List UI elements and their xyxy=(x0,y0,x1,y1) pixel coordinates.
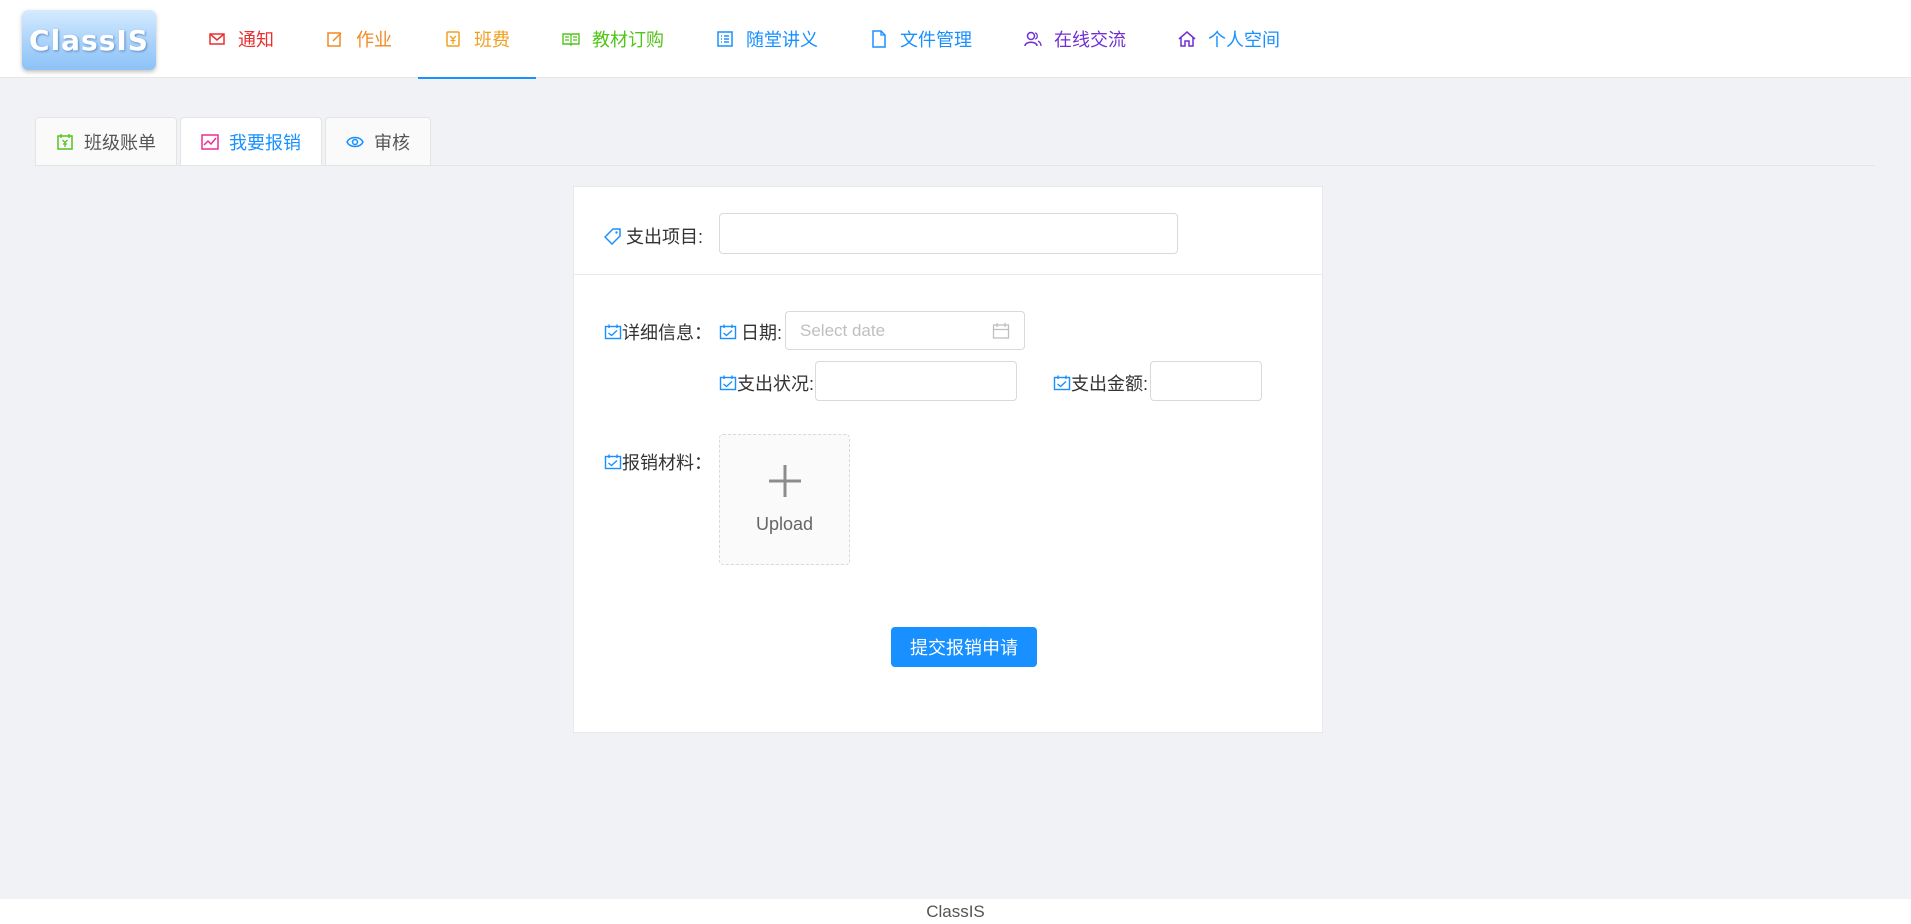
tab-label: 审核 xyxy=(374,133,410,153)
calendar-icon xyxy=(992,323,1010,339)
calendar-check-icon xyxy=(1053,375,1071,391)
date-text: 日期: xyxy=(741,323,783,343)
calendar-check-icon xyxy=(719,375,737,391)
sub-tabs: 班级账单 我要报销 审核 xyxy=(35,117,434,166)
date-picker[interactable]: Select date xyxy=(785,311,1025,350)
nav-item-label: 文件管理 xyxy=(900,30,972,50)
book-icon xyxy=(562,33,580,46)
yen-icon xyxy=(446,31,460,47)
main-nav: 通知 作业 班费 教材订购 随堂讲义 文件管理 在线交流 个人空间 xyxy=(182,0,1306,79)
expense-item-input[interactable] xyxy=(719,213,1178,254)
nav-item-homework[interactable]: 作业 xyxy=(300,0,418,78)
amount-label: 支出金额: xyxy=(1053,370,1148,396)
nav-item-notice[interactable]: 通知 xyxy=(182,0,300,78)
nav-item-label: 随堂讲义 xyxy=(746,30,818,50)
reimbursement-form-card: 支出项目: 详细信息： 日期: Select date 支出状况: 支出金额: … xyxy=(573,186,1323,733)
tab-class-bill[interactable]: 班级账单 xyxy=(35,117,177,166)
footer: ClassIS xyxy=(0,899,1911,924)
calendar-check-icon xyxy=(604,324,622,340)
nav-item-label: 作业 xyxy=(356,30,392,50)
details-label: 详细信息： xyxy=(604,319,712,345)
status-text: 支出状况: xyxy=(737,374,815,394)
home-icon xyxy=(1178,31,1196,47)
materials-text: 报销材料： xyxy=(622,453,712,473)
nav-item-label: 在线交流 xyxy=(1054,30,1126,50)
calendar-check-icon xyxy=(719,324,737,340)
tag-icon xyxy=(604,228,621,245)
status-input[interactable] xyxy=(815,361,1017,401)
form-divider xyxy=(574,274,1322,275)
tabs-divider xyxy=(35,165,1875,166)
expense-item-label: 支出项目: xyxy=(604,223,703,249)
nav-item-label: 个人空间 xyxy=(1208,30,1280,50)
nav-item-label: 班费 xyxy=(474,30,510,50)
nav-item-lecture-notes[interactable]: 随堂讲义 xyxy=(690,0,844,78)
footer-text: ClassIS xyxy=(926,902,985,921)
nav-item-label: 教材订购 xyxy=(592,30,664,50)
nav-item-personal-space[interactable]: 个人空间 xyxy=(1152,0,1306,78)
bill-icon xyxy=(57,134,73,150)
list-icon xyxy=(717,31,733,47)
tab-label: 我要报销 xyxy=(229,133,301,153)
nav-item-online-chat[interactable]: 在线交流 xyxy=(998,0,1152,78)
tab-reimbursement[interactable]: 我要报销 xyxy=(180,117,322,166)
details-text: 详细信息： xyxy=(622,323,712,343)
users-icon xyxy=(1024,31,1042,47)
nav-item-file-management[interactable]: 文件管理 xyxy=(844,0,998,78)
status-label: 支出状况: xyxy=(719,370,814,396)
tab-label: 班级账单 xyxy=(84,133,156,153)
mail-icon xyxy=(209,33,225,45)
chart-icon xyxy=(201,134,219,150)
eye-icon xyxy=(346,136,364,148)
calendar-check-icon xyxy=(604,454,622,470)
plus-icon xyxy=(768,465,801,497)
upload-button[interactable]: Upload xyxy=(719,434,850,565)
expense-item-text: 支出项目: xyxy=(626,227,704,247)
top-header: ClassIS 通知 作业 班费 教材订购 随堂讲义 文件管理 在线交流 个人空… xyxy=(0,0,1911,79)
nav-item-label: 通知 xyxy=(238,30,274,50)
amount-text: 支出金额: xyxy=(1071,374,1149,394)
tab-review[interactable]: 审核 xyxy=(325,117,431,166)
app-logo[interactable]: ClassIS xyxy=(22,10,156,70)
amount-input[interactable] xyxy=(1150,361,1262,401)
logo-text: ClassIS xyxy=(29,23,149,57)
file-icon xyxy=(872,30,886,48)
date-label: 日期: xyxy=(719,319,782,345)
nav-item-textbook[interactable]: 教材订购 xyxy=(536,0,690,78)
upload-label: Upload xyxy=(755,514,814,534)
nav-item-class-fee[interactable]: 班费 xyxy=(418,0,536,79)
materials-label: 报销材料： xyxy=(604,449,712,475)
submit-reimbursement-button[interactable]: 提交报销申请 xyxy=(891,627,1037,667)
date-placeholder: Select date xyxy=(800,320,886,340)
edit-icon xyxy=(327,32,342,47)
